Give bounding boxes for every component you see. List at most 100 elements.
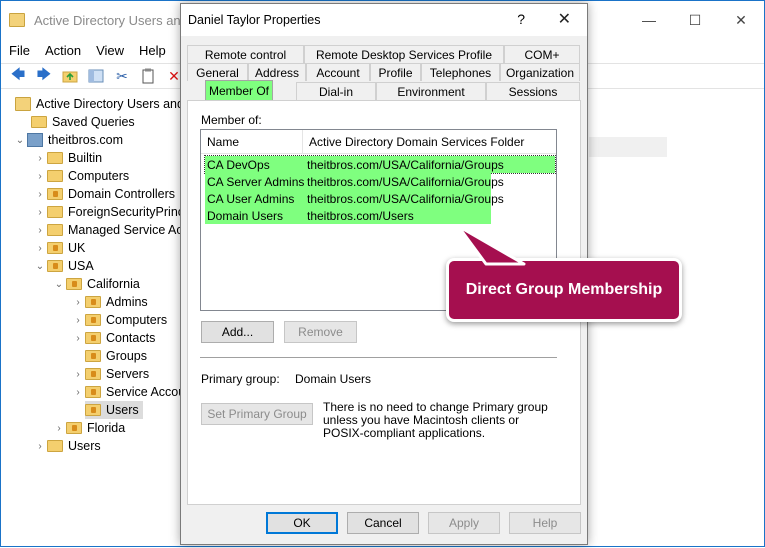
- tree-item-uk[interactable]: › UK: [33, 239, 85, 257]
- tab-environment[interactable]: Environment: [376, 82, 486, 100]
- tree-item-ca-computers[interactable]: › Computers: [71, 311, 167, 329]
- up-folder-icon[interactable]: [61, 67, 79, 85]
- tree-item-builtin[interactable]: › Builtin: [33, 149, 102, 167]
- tree-item-label: Servers: [106, 367, 150, 381]
- tree-item-label: California: [87, 277, 140, 291]
- tree-item-groups[interactable]: Groups: [85, 347, 147, 365]
- console-tree: Active Directory Users and C Saved Queri…: [1, 93, 181, 548]
- chevron-right-icon[interactable]: ›: [33, 243, 47, 254]
- minimize-icon[interactable]: —: [626, 1, 672, 39]
- chevron-right-icon[interactable]: ›: [33, 207, 47, 218]
- ou-icon: [47, 242, 63, 254]
- forward-arrow-icon[interactable]: 🡆: [35, 66, 53, 85]
- aduc-title: Active Directory Users and C: [34, 12, 201, 28]
- tree-item-california[interactable]: ⌄ California: [52, 275, 140, 293]
- aduc-root-icon: [15, 97, 31, 111]
- menu-action[interactable]: Action: [45, 43, 81, 58]
- tree-item-usa[interactable]: ⌄ USA: [33, 257, 94, 275]
- domain-icon: [27, 133, 43, 147]
- menu-help[interactable]: Help: [139, 43, 166, 58]
- tree-item-label: ForeignSecurityPrinc: [68, 205, 181, 219]
- ok-button[interactable]: OK: [266, 512, 338, 534]
- folder-icon: [47, 440, 63, 452]
- clipboard-icon[interactable]: [139, 67, 157, 85]
- tab-account[interactable]: Account: [306, 63, 370, 81]
- chevron-right-icon[interactable]: ›: [71, 297, 85, 308]
- tree-item-foreign-security[interactable]: › ForeignSecurityPrinc: [33, 203, 181, 221]
- callout-text: Direct Group Membership: [465, 281, 663, 298]
- primary-group-value: Domain Users: [295, 372, 372, 386]
- tab-general[interactable]: General: [187, 63, 248, 81]
- tree-item-label: Domain Controllers: [68, 187, 175, 201]
- tree-item-managed-service[interactable]: › Managed Service Ac: [33, 221, 181, 239]
- apply-button[interactable]: Apply: [428, 512, 500, 534]
- chevron-down-icon[interactable]: ⌄: [13, 135, 27, 146]
- tree-item-florida[interactable]: › Florida: [52, 419, 125, 437]
- tab-dial-in[interactable]: Dial-in: [296, 82, 376, 100]
- tree-item-root[interactable]: Active Directory Users and C: [15, 95, 181, 113]
- maximize-icon[interactable]: ☐: [672, 1, 718, 39]
- ou-icon: [85, 386, 101, 398]
- tab-address[interactable]: Address: [248, 63, 306, 81]
- group-folder: theitbros.com/Users: [307, 208, 414, 223]
- add-button[interactable]: Add...: [201, 321, 274, 343]
- tree-item-label: Saved Queries: [52, 115, 135, 129]
- tree-item-users-selected[interactable]: Users: [85, 401, 143, 419]
- column-name[interactable]: Name: [201, 130, 303, 154]
- help-button[interactable]: Help: [509, 512, 581, 534]
- chevron-right-icon[interactable]: ›: [71, 333, 85, 344]
- tree-item-computers[interactable]: › Computers: [33, 167, 129, 185]
- aduc-window-controls: — ☐ ✕: [626, 1, 764, 39]
- cancel-button[interactable]: Cancel: [347, 512, 419, 534]
- list-item[interactable]: CA DevOps theitbros.com/USA/California/G…: [204, 155, 556, 174]
- tree-item-users[interactable]: › Users: [33, 437, 100, 455]
- chevron-right-icon[interactable]: ›: [33, 171, 47, 182]
- chevron-right-icon[interactable]: ›: [33, 441, 47, 452]
- folder-icon: [31, 116, 47, 128]
- tree-item-service-accounts[interactable]: › Service Accou: [71, 383, 181, 401]
- tree-item-label: theitbros.com: [48, 133, 124, 147]
- tab-sessions[interactable]: Sessions: [486, 82, 580, 100]
- remove-button[interactable]: Remove: [284, 321, 357, 343]
- chevron-right-icon[interactable]: ›: [71, 387, 85, 398]
- chevron-right-icon[interactable]: ›: [71, 315, 85, 326]
- tab-com-plus[interactable]: COM+: [504, 45, 580, 63]
- tree-item-servers[interactable]: › Servers: [71, 365, 149, 383]
- tab-rds-profile[interactable]: Remote Desktop Services Profile: [304, 45, 504, 63]
- primary-group-label: Primary group:: [201, 372, 280, 386]
- list-item[interactable]: Domain Users theitbros.com/Users: [205, 207, 491, 224]
- chevron-down-icon[interactable]: ⌄: [52, 279, 66, 290]
- group-folder: theitbros.com/USA/California/Groups: [307, 174, 504, 189]
- close-icon[interactable]: ✕: [558, 9, 571, 29]
- tab-profile[interactable]: Profile: [370, 63, 421, 81]
- tree-item-label: Users: [106, 403, 139, 417]
- tab-telephones[interactable]: Telephones: [421, 63, 500, 81]
- list-item[interactable]: CA Server Admins theitbros.com/USA/Calif…: [205, 173, 504, 190]
- tree-item-contacts[interactable]: › Contacts: [71, 329, 155, 347]
- group-folder: theitbros.com/USA/California/Groups: [307, 191, 504, 206]
- menu-view[interactable]: View: [96, 43, 124, 58]
- back-arrow-icon[interactable]: 🡄: [9, 66, 27, 85]
- tree-item-admins[interactable]: › Admins: [71, 293, 147, 311]
- tree-item-saved-queries[interactable]: Saved Queries: [31, 113, 135, 131]
- column-folder[interactable]: Active Directory Domain Services Folder: [303, 130, 556, 154]
- chevron-right-icon[interactable]: ›: [33, 189, 47, 200]
- tree-item-domain-controllers[interactable]: › Domain Controllers: [33, 185, 175, 203]
- tab-remote-control[interactable]: Remote control: [187, 45, 304, 63]
- chevron-right-icon[interactable]: ›: [33, 153, 47, 164]
- chevron-right-icon[interactable]: ›: [71, 369, 85, 380]
- tree-item-domain[interactable]: ⌄ theitbros.com: [13, 131, 123, 149]
- chevron-right-icon[interactable]: ›: [52, 423, 66, 434]
- chevron-down-icon[interactable]: ⌄: [33, 261, 47, 272]
- tab-member-of[interactable]: Member Of: [205, 80, 273, 100]
- folder-icon: [47, 224, 63, 236]
- tab-organization[interactable]: Organization: [500, 63, 580, 81]
- list-item[interactable]: CA User Admins theitbros.com/USA/Califor…: [205, 190, 504, 207]
- help-icon[interactable]: ?: [517, 11, 525, 27]
- menu-file[interactable]: File: [9, 43, 30, 58]
- set-primary-group-button[interactable]: Set Primary Group: [201, 403, 313, 425]
- console-tree-icon[interactable]: [87, 67, 105, 85]
- close-icon[interactable]: ✕: [718, 1, 764, 39]
- cut-icon[interactable]: ✂: [113, 67, 131, 85]
- chevron-right-icon[interactable]: ›: [33, 225, 47, 236]
